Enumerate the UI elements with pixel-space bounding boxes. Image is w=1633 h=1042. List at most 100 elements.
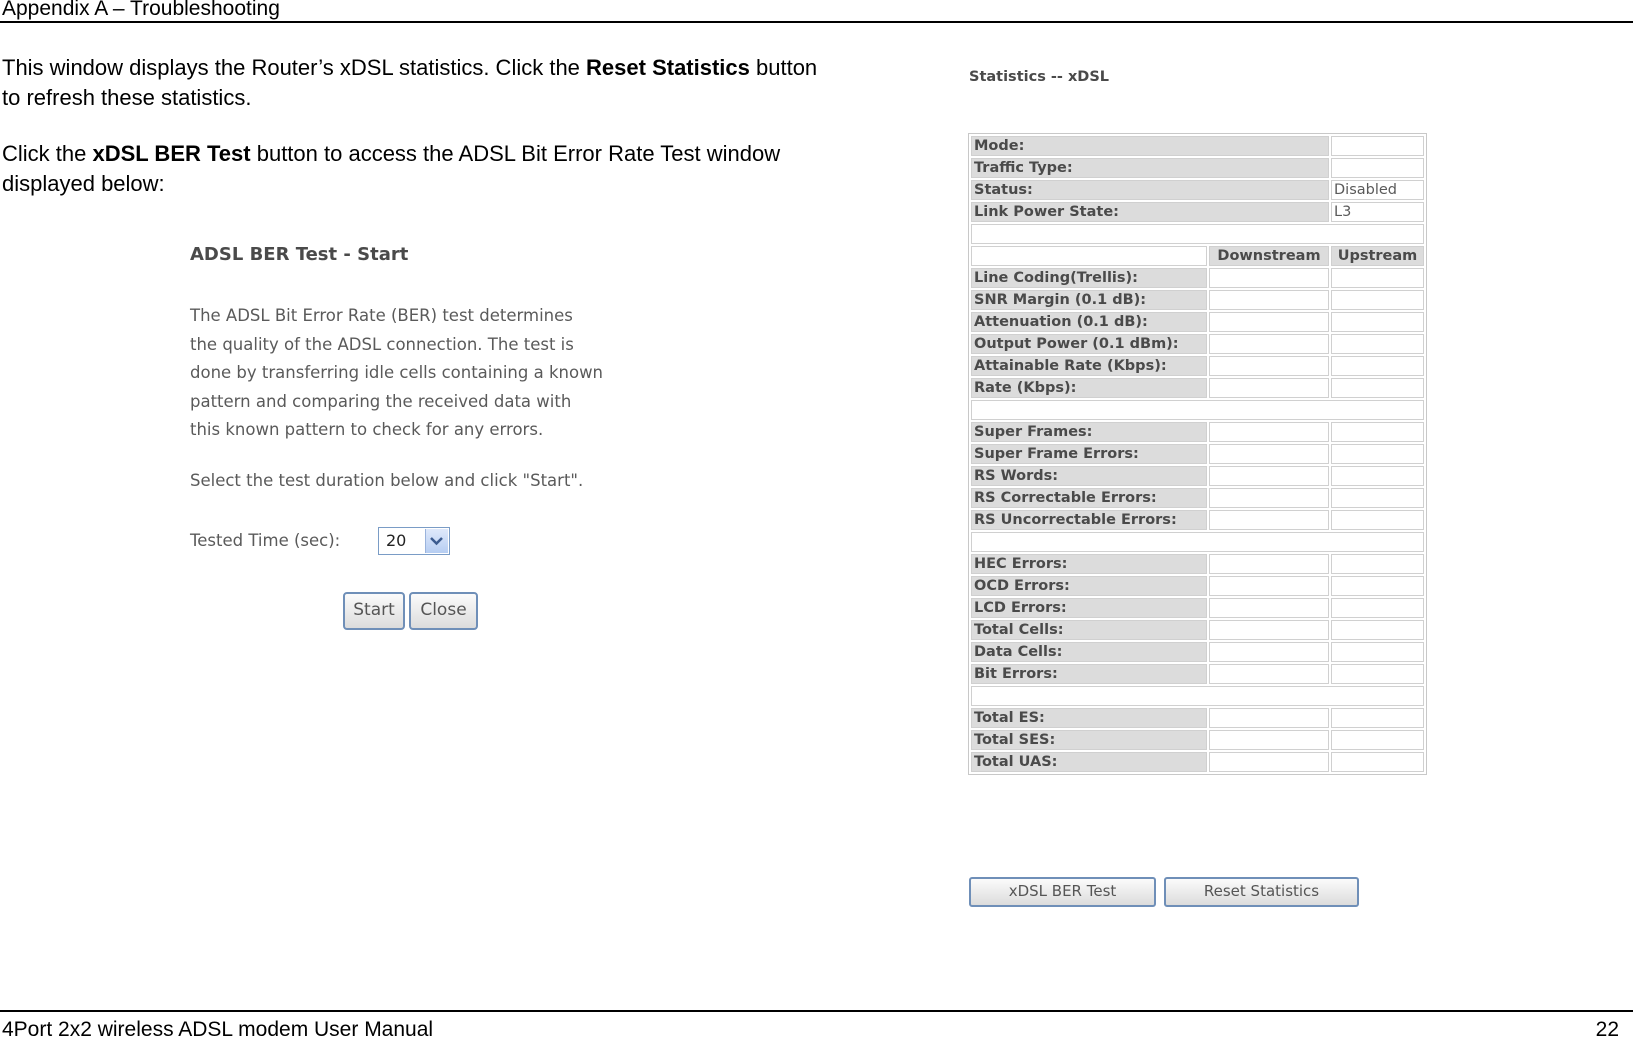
downstream-value — [1209, 422, 1329, 442]
stat-label: Data Cells: — [971, 642, 1207, 662]
page-header-title: Appendix A – Troubleshooting — [2, 0, 280, 20]
table-row: Status: Disabled — [971, 180, 1424, 200]
downstream-value — [1209, 466, 1329, 486]
separator-cell — [971, 532, 1424, 552]
stat-label: Attainable Rate (Kbps): — [971, 356, 1207, 376]
downstream-value — [1209, 576, 1329, 596]
upstream-value — [1331, 488, 1424, 508]
reset-statistics-button[interactable]: Reset Statistics — [1164, 877, 1359, 907]
separator-row — [971, 686, 1424, 706]
traffic-type-value — [1331, 158, 1424, 178]
link-power-value: L3 — [1331, 202, 1424, 222]
ber-description-line: pattern and comparing the received data … — [190, 391, 572, 411]
stat-label: Bit Errors: — [971, 664, 1207, 684]
downstream-value — [1209, 642, 1329, 662]
tested-time-label: Tested Time (sec): — [190, 531, 341, 550]
upstream-value — [1331, 268, 1424, 288]
stat-label: Rate (Kbps): — [971, 378, 1207, 398]
table-row: Output Power (0.1 dBm): — [971, 334, 1424, 354]
table-row: Line Coding(Trellis): — [971, 268, 1424, 288]
page-footer: 4Port 2x2 wireless ADSL modem User Manua… — [0, 1010, 1633, 1041]
status-label: Status: — [971, 180, 1329, 200]
stat-label: Output Power (0.1 dBm): — [971, 334, 1207, 354]
intro-text: This window displays the Router’s xDSL s… — [2, 55, 587, 80]
downstream-value — [1209, 378, 1329, 398]
downstream-value — [1209, 598, 1329, 618]
separator-row — [971, 532, 1424, 552]
upstream-value — [1331, 312, 1424, 332]
table-row: RS Uncorrectable Errors: — [971, 510, 1424, 530]
stat-label: Super Frame Errors: — [971, 444, 1207, 464]
upstream-value — [1331, 510, 1424, 530]
intro-bold-ber: xDSL BER Test — [92, 141, 251, 166]
stat-label: RS Words: — [971, 466, 1207, 486]
header-blank-cell — [971, 246, 1207, 266]
downstream-value — [1209, 268, 1329, 288]
col-downstream: Downstream — [1209, 246, 1329, 266]
downstream-value — [1209, 334, 1329, 354]
intro-paragraph-ber: Click the xDSL BER Test button to access… — [2, 139, 822, 199]
table-row: Mode: — [971, 136, 1424, 156]
mode-value — [1331, 136, 1424, 156]
table-row: RS Correctable Errors: — [971, 488, 1424, 508]
status-value: Disabled — [1331, 180, 1424, 200]
table-row: Rate (Kbps): — [971, 378, 1424, 398]
table-row: Attainable Rate (Kbps): — [971, 356, 1424, 376]
table-row: Super Frame Errors: — [971, 444, 1424, 464]
downstream-value — [1209, 444, 1329, 464]
table-row: Data Cells: — [971, 642, 1424, 662]
ber-description-line: The ADSL Bit Error Rate (BER) test deter… — [190, 306, 573, 325]
stat-label: Total SES: — [971, 730, 1207, 750]
table-row: LCD Errors: — [971, 598, 1424, 618]
xdsl-ber-test-button[interactable]: xDSL BER Test — [969, 877, 1156, 907]
downstream-value — [1209, 620, 1329, 640]
xdsl-stats-table: Mode: Traffic Type: Status: Disabled Lin… — [968, 133, 1427, 775]
ber-dialog-description: The ADSL Bit Error Rate (BER) test deter… — [190, 302, 660, 445]
upstream-value — [1331, 598, 1424, 618]
upstream-value — [1331, 730, 1424, 750]
stat-label: RS Correctable Errors: — [971, 488, 1207, 508]
upstream-value — [1331, 378, 1424, 398]
upstream-value — [1331, 444, 1424, 464]
upstream-value — [1331, 708, 1424, 728]
downstream-value — [1209, 290, 1329, 310]
chevron-down-icon — [430, 537, 443, 546]
start-button[interactable]: Start — [343, 592, 405, 630]
upstream-value — [1331, 334, 1424, 354]
upstream-value — [1331, 554, 1424, 574]
table-row: Bit Errors: — [971, 664, 1424, 684]
downstream-value — [1209, 510, 1329, 530]
ber-description-line: the quality of the ADSL connection. The … — [190, 334, 574, 354]
mode-label: Mode: — [971, 136, 1329, 156]
separator-cell — [971, 686, 1424, 706]
stat-label: RS Uncorrectable Errors: — [971, 510, 1207, 530]
table-header-row: Downstream Upstream — [971, 246, 1424, 266]
table-row: Total UAS: — [971, 752, 1424, 772]
stat-label: SNR Margin (0.1 dB): — [971, 290, 1207, 310]
dropdown-arrow-button[interactable] — [425, 529, 448, 553]
close-button[interactable]: Close — [409, 592, 478, 630]
stats-group-cells: HEC Errors: OCD Errors: LCD Errors: Total C… — [971, 554, 1424, 684]
stat-label: Super Frames: — [971, 422, 1207, 442]
upstream-value — [1331, 422, 1424, 442]
footer-manual-title: 4Port 2x2 wireless ADSL modem User Manua… — [2, 1018, 434, 1041]
stat-label: LCD Errors: — [971, 598, 1207, 618]
separator-cell — [971, 224, 1424, 244]
downstream-value — [1209, 730, 1329, 750]
intro-text: Click the — [2, 141, 93, 166]
stat-label: HEC Errors: — [971, 554, 1207, 574]
downstream-value — [1209, 752, 1329, 772]
table-row: SNR Margin (0.1 dB): — [971, 290, 1424, 310]
intro-bold-reset: Reset Statistics — [586, 55, 750, 80]
page-number: 22 — [1595, 1018, 1619, 1041]
table-row: Total ES: — [971, 708, 1424, 728]
stat-label: OCD Errors: — [971, 576, 1207, 596]
ber-instruction: Select the test duration below and click… — [190, 471, 584, 490]
downstream-value — [1209, 356, 1329, 376]
stat-label: Total UAS: — [971, 752, 1207, 772]
downstream-value — [1209, 488, 1329, 508]
tested-time-select[interactable]: 20 — [378, 527, 450, 555]
tested-time-value: 20 — [386, 531, 407, 550]
intro-paragraph-reset: This window displays the Router’s xDSL s… — [2, 53, 822, 113]
stats-group-frames: Super Frames: Super Frame Errors: RS Words… — [971, 422, 1424, 530]
